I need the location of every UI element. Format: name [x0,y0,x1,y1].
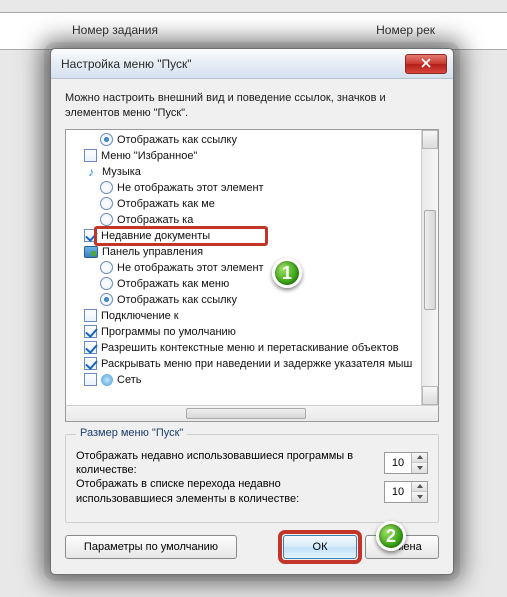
start-menu-size-group: Размер меню "Пуск" Отображать недавно ис… [65,434,439,523]
chevron-up-icon [417,484,423,488]
opt-music-link[interactable]: Отображать ка [70,212,421,228]
radio-icon[interactable] [100,261,113,274]
opt-default-programs[interactable]: Программы по умолчанию [70,324,421,340]
dialog-title: Настройка меню "Пуск" [61,57,405,71]
chevron-down-icon [417,495,423,499]
opt-show-as-link[interactable]: Отображать как ссылку [70,132,421,148]
group-music: ♪ Музыка [70,164,421,180]
group-control-panel: Панель управления [70,244,421,260]
checkbox-icon[interactable] [84,373,97,386]
close-icon [421,57,431,71]
control-panel-icon [84,246,98,258]
scroll-thumb[interactable] [424,210,436,310]
spinner-up[interactable] [412,453,427,463]
opt-music-menu[interactable]: Отображать как ме [70,196,421,212]
chevron-up-icon [417,455,423,459]
spinner-value[interactable]: 10 [385,482,411,502]
horizontal-scrollbar[interactable] [65,405,439,422]
checkbox-icon[interactable] [84,341,97,354]
opt-favorites[interactable]: Меню "Избранное" [70,148,421,164]
recent-programs-label: Отображать недавно использовавшиеся прог… [76,449,376,478]
opt-context-dnd[interactable]: Разрешить контекстные меню и перетаскива… [70,340,421,356]
radio-icon[interactable] [100,213,113,226]
chevron-down-icon [417,466,423,470]
radio-icon[interactable] [100,181,113,194]
checkbox-icon[interactable] [84,309,97,322]
jumplist-items-spinner[interactable]: 10 [384,481,428,503]
customize-start-menu-dialog: Настройка меню "Пуск" Можно настроить вн… [50,48,454,575]
annotation-marker-2: 2 [376,521,406,551]
background-window-strip: Номер задания Номер рек [0,12,507,50]
recent-programs-spinner[interactable]: 10 [384,452,428,474]
music-icon: ♪ [84,165,98,179]
bg-col-right: Номер рек [376,23,435,39]
opt-cp-menu[interactable]: Отображать как меню [70,276,421,292]
opt-recent-documents[interactable]: Недавние документы [70,228,421,244]
spinner-down[interactable] [412,463,427,473]
intro-text: Можно настроить внешний вид и поведение … [65,91,439,121]
ok-button[interactable]: ОК [283,535,357,559]
bg-col-left: Номер задания [72,23,158,39]
radio-icon[interactable] [100,133,113,146]
group-network[interactable]: Сеть [70,372,421,388]
opt-cp-link[interactable]: Отображать как ссылку [70,292,421,308]
radio-icon[interactable] [100,293,113,306]
checkbox-icon[interactable] [84,149,97,162]
radio-icon[interactable] [100,277,113,290]
network-icon [101,374,113,386]
jumplist-items-label: Отображать в списке перехода недавно исп… [76,477,376,506]
titlebar[interactable]: Настройка меню "Пуск" [51,49,453,79]
opt-music-hide[interactable]: Не отображать этот элемент [70,180,421,196]
spinner-value[interactable]: 10 [385,453,411,473]
spinner-up[interactable] [412,482,427,492]
spinner-down[interactable] [412,492,427,502]
opt-connect-to[interactable]: Подключение к [70,308,421,324]
checkbox-icon[interactable] [84,325,97,338]
opt-hover-expand[interactable]: Раскрывать меню при наведении и задержке… [70,356,421,372]
scroll-thumb[interactable] [186,408,306,419]
close-button[interactable] [405,54,447,74]
checkbox-icon[interactable] [84,229,97,242]
annotation-marker-1: 1 [272,258,302,288]
checkbox-icon[interactable] [84,357,97,370]
radio-icon[interactable] [100,197,113,210]
vertical-scrollbar[interactable] [421,130,438,405]
group-title: Размер меню "Пуск" [76,427,187,439]
opt-cp-hide[interactable]: Не отображать этот элемент [70,260,421,276]
defaults-button[interactable]: Параметры по умолчанию [65,535,237,559]
options-tree: Отображать как ссылку Меню "Избранное" ♪… [65,129,439,406]
